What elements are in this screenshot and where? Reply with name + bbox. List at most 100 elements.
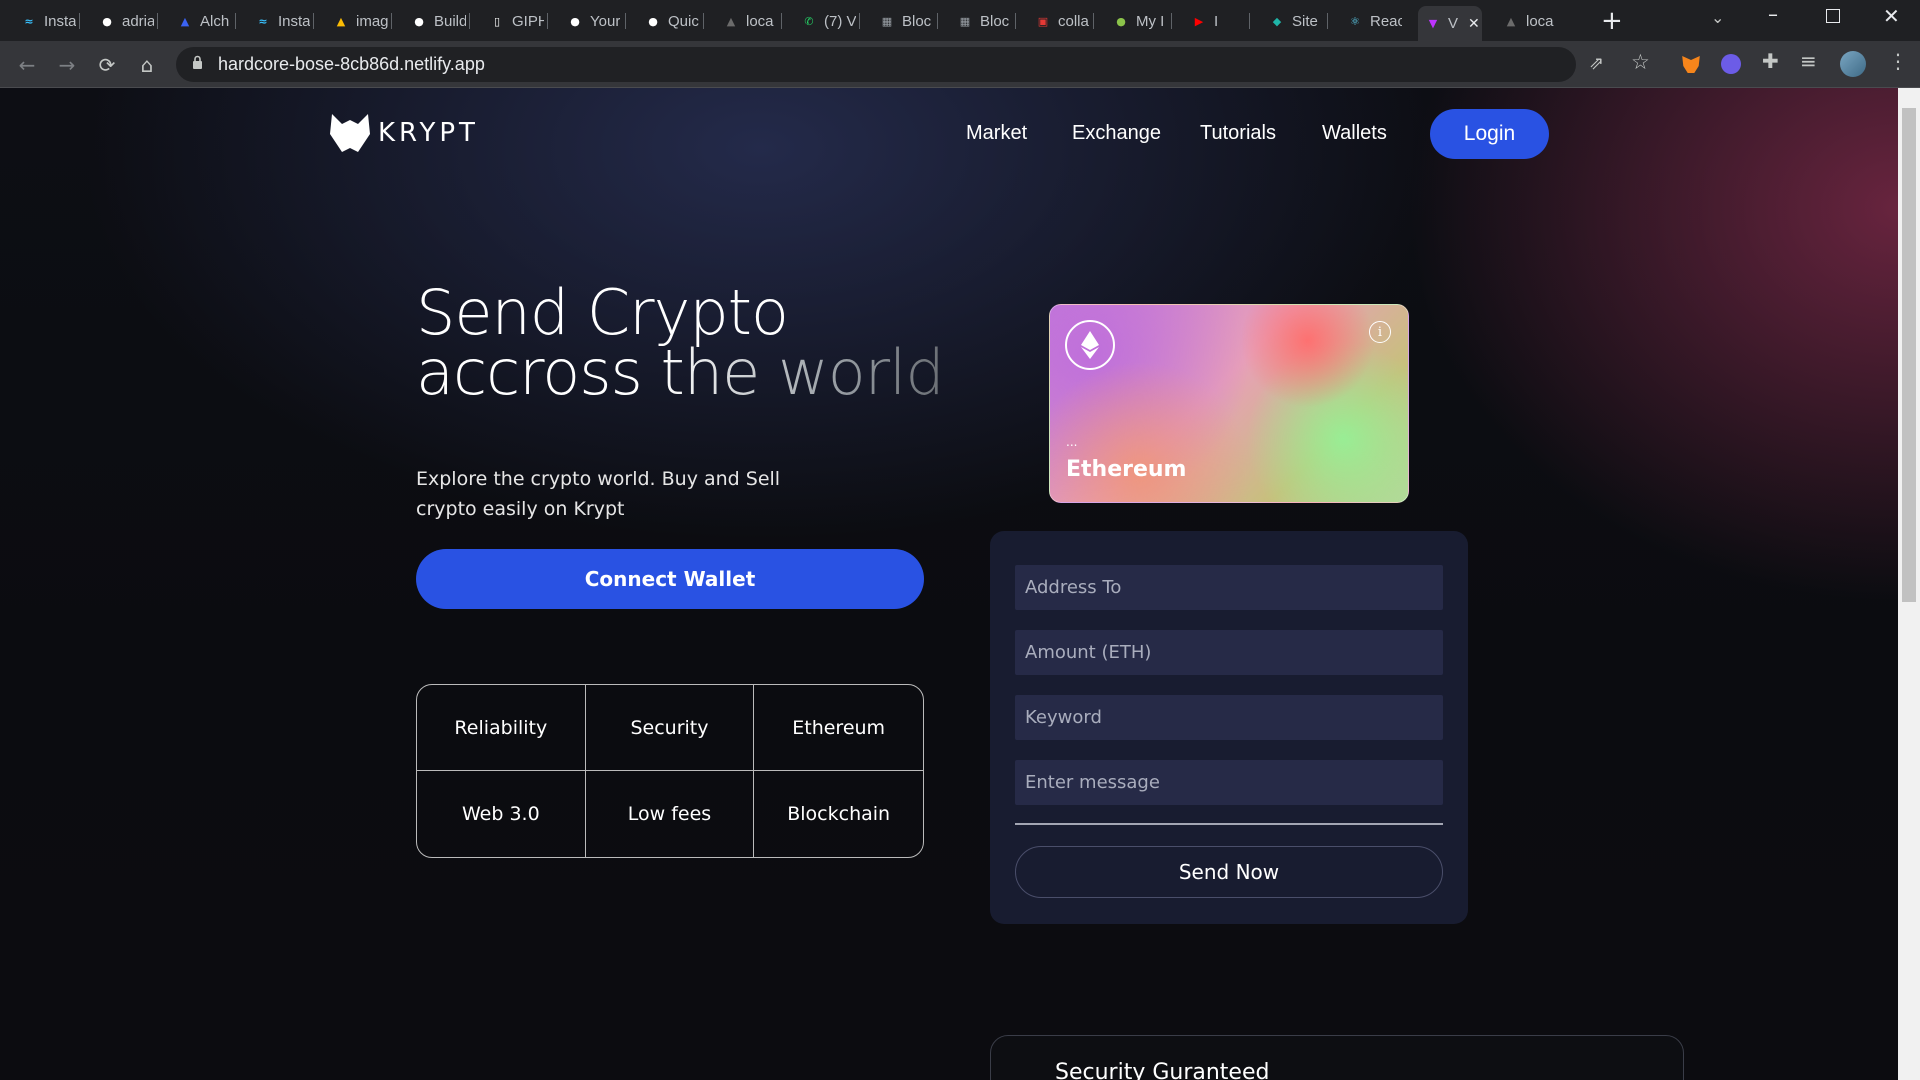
- bookmark-star-icon[interactable]: ☆: [1631, 50, 1650, 74]
- browser-tab[interactable]: ⚛ Reac: [1340, 6, 1402, 36]
- puzzle-extensions-icon[interactable]: ✚: [1762, 49, 1779, 73]
- krypt-logo[interactable]: KRYPT: [328, 112, 479, 154]
- nav-tutorials[interactable]: Tutorials: [1200, 122, 1276, 145]
- browser-tab-label: V: [1448, 15, 1459, 32]
- restore-icon[interactable]: [1826, 9, 1840, 23]
- send-now-button[interactable]: Send Now: [1015, 846, 1443, 898]
- login-button[interactable]: Login: [1430, 109, 1549, 159]
- card-address: ...: [1066, 435, 1078, 449]
- youtube-icon: ▶: [1194, 14, 1204, 28]
- browser-tab[interactable]: ● My I: [1106, 6, 1168, 36]
- ethereum-card: i ... Ethereum: [1049, 304, 1409, 503]
- browser-tab-label: Reac: [1370, 12, 1402, 30]
- browser-tab[interactable]: ● Quic: [638, 6, 700, 36]
- reload-icon[interactable]: ⟳: [93, 51, 121, 79]
- triangle-icon: ▲: [1506, 14, 1516, 28]
- info-icon[interactable]: i: [1369, 321, 1391, 343]
- netlify-icon: ◆: [1272, 14, 1282, 28]
- feature-blockchain: Blockchain: [787, 803, 891, 825]
- form-divider: [1015, 823, 1443, 825]
- tab-separator: [313, 13, 314, 29]
- browser-tab-label: imag: [356, 12, 388, 30]
- feature-ethereum: Ethereum: [754, 685, 923, 771]
- browser-tab-label: Bloc: [902, 12, 932, 30]
- url-text[interactable]: hardcore-bose-8cb86d.netlify.app: [218, 54, 485, 75]
- github-icon: ●: [648, 14, 658, 28]
- browser-tab-label: Alch: [200, 12, 230, 30]
- home-icon[interactable]: ⌂: [133, 51, 161, 79]
- features-grid: Reliability Security Ethereum Web 3.0 Lo…: [416, 684, 924, 858]
- browser-tab-label: colla: [1058, 12, 1089, 30]
- tab-separator: [781, 13, 782, 29]
- address-bar[interactable]: hardcore-bose-8cb86d.netlify.app ⇗ ☆: [176, 47, 1650, 82]
- browser-tab[interactable]: ● adria: [92, 6, 154, 36]
- feature-reliability: Reliability: [417, 685, 586, 771]
- browser-tab[interactable]: ▲ loca: [716, 6, 778, 36]
- browser-tab-label: (7) V: [824, 12, 856, 30]
- tailwind-icon: ≈: [258, 14, 268, 28]
- browser-tab[interactable]: ▲ Alch: [170, 6, 232, 36]
- tab-search-icon[interactable]: ⌄: [1711, 8, 1724, 27]
- browser-tab[interactable]: ✆ (7) V: [794, 6, 856, 36]
- vite-icon: ▼: [1428, 17, 1438, 30]
- amount-input[interactable]: [1015, 630, 1443, 675]
- tab-separator: [547, 13, 548, 29]
- profile-avatar[interactable]: [1840, 51, 1866, 77]
- ethereum-icon: [1065, 320, 1115, 370]
- browser-tab-label: I: [1214, 12, 1219, 30]
- tab-separator: [235, 13, 236, 29]
- react-icon: ⚛: [1350, 14, 1360, 28]
- browser-tab[interactable]: ▦ Bloc: [950, 6, 1012, 36]
- browser-tab[interactable]: ▣ colla: [1028, 6, 1090, 36]
- browser-tab-label: Build: [434, 12, 466, 30]
- tab-separator: [859, 13, 860, 29]
- browser-tab[interactable]: ▲ imag: [326, 6, 388, 36]
- tab-separator: [157, 13, 158, 29]
- nav-wallets[interactable]: Wallets: [1322, 122, 1387, 145]
- browser-tab-strip: ≈ Insta ● adria ▲ Alch ≈ Insta ▲ imag ● Build ▯ GIPH ●…: [0, 0, 1920, 41]
- forward-icon[interactable]: →: [53, 51, 81, 79]
- tab-separator: [1327, 13, 1328, 29]
- tab-separator: [1015, 13, 1016, 29]
- nav-exchange[interactable]: Exchange: [1072, 122, 1161, 145]
- browser-tab-label: Insta: [278, 12, 310, 30]
- nav-market[interactable]: Market: [966, 122, 1027, 145]
- browser-tab[interactable]: ≈ Insta: [14, 6, 76, 36]
- browser-tab-label: loca: [1526, 12, 1554, 30]
- browser-tab[interactable]: ▶ I: [1184, 6, 1246, 36]
- logo-text: KRYPT: [378, 118, 479, 148]
- browser-tab[interactable]: ▯ GIPH: [482, 6, 544, 36]
- share-icon[interactable]: ⇗: [1589, 53, 1604, 74]
- close-tab-icon[interactable]: ✕: [1468, 16, 1480, 32]
- scrollbar-thumb[interactable]: [1902, 108, 1916, 602]
- message-input[interactable]: [1015, 760, 1443, 805]
- browser-tab[interactable]: ◆ Site: [1262, 6, 1324, 36]
- keyword-input[interactable]: [1015, 695, 1443, 740]
- new-tab-button[interactable]: +: [1601, 6, 1623, 36]
- browser-tab[interactable]: ▲ loca: [1496, 6, 1558, 36]
- whatsapp-icon: ✆: [804, 14, 814, 28]
- menu-kebab-icon[interactable]: ⋮: [1888, 49, 1908, 73]
- extension-icon[interactable]: [1721, 54, 1741, 74]
- security-title: Security Guranteed: [1055, 1060, 1270, 1080]
- close-window-icon[interactable]: ✕: [1883, 4, 1900, 28]
- browser-tab[interactable]: ≈ Insta: [248, 6, 310, 36]
- browser-tab[interactable]: ● Your: [560, 6, 622, 36]
- hero-title-line2a: accross: [416, 336, 661, 409]
- github-icon: ●: [414, 14, 424, 28]
- minimize-icon[interactable]: –: [1768, 2, 1778, 26]
- browser-tab-label: Insta: [44, 12, 76, 30]
- tab-separator: [79, 13, 80, 29]
- metamask-extension-icon[interactable]: [1682, 56, 1700, 73]
- calendar-icon: ▣: [1037, 14, 1049, 28]
- browser-tab-label: Site: [1292, 12, 1318, 30]
- google-drive-icon: ▲: [336, 14, 346, 28]
- connect-wallet-button[interactable]: Connect Wallet: [416, 549, 924, 609]
- browser-tab[interactable]: ● Build: [404, 6, 466, 36]
- browser-tab[interactable]: ▦ Bloc: [872, 6, 934, 36]
- back-icon[interactable]: ←: [13, 51, 41, 79]
- browser-tab-label: GIPH: [512, 12, 544, 30]
- reading-list-icon[interactable]: ≡: [1800, 49, 1817, 73]
- address-to-input[interactable]: [1015, 565, 1443, 610]
- browser-tab[interactable]: ▼ V ✕: [1418, 6, 1482, 41]
